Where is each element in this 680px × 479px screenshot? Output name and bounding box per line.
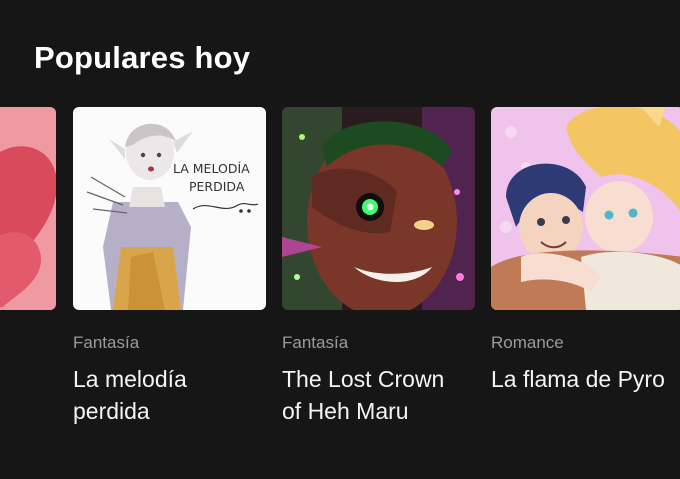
comic-cover-thumbnail[interactable] <box>0 107 56 310</box>
section-title: Populares hoy <box>34 40 251 75</box>
elf-girl-cover: LA MELODÍA PERDIDA <box>73 107 266 310</box>
popular-carousel[interactable]: rber <box>0 107 680 479</box>
hugging-couple-cover <box>491 107 680 310</box>
comic-genre: Fantasía <box>73 333 140 352</box>
comic-card[interactable]: LA MELODÍA PERDIDA Fantasía La melodía p… <box>73 107 266 424</box>
comic-genre: Fantasía <box>282 333 349 352</box>
comic-cover-thumbnail[interactable] <box>282 107 475 310</box>
pink-heart-cover <box>0 107 56 310</box>
comic-cover-thumbnail[interactable]: LA MELODÍA PERDIDA <box>73 107 266 310</box>
comic-title[interactable]: The Lost Crown of Heh Maru <box>282 363 462 427</box>
cover-text-2: PERDIDA <box>189 179 245 194</box>
comic-card[interactable]: Romance La flama de Pyro <box>491 107 680 392</box>
comic-card[interactable]: rber <box>0 107 56 310</box>
comic-title[interactable]: La flama de Pyro <box>491 363 665 395</box>
comic-cover-thumbnail[interactable] <box>491 107 680 310</box>
glowing-eye-man-cover <box>282 107 475 310</box>
cover-text-1: LA MELODÍA <box>173 161 250 176</box>
comic-title[interactable]: La melodía perdida <box>73 363 213 427</box>
comic-genre: Romance <box>491 333 564 352</box>
comic-card[interactable]: Fantasía The Lost Crown of Heh Maru <box>282 107 475 424</box>
